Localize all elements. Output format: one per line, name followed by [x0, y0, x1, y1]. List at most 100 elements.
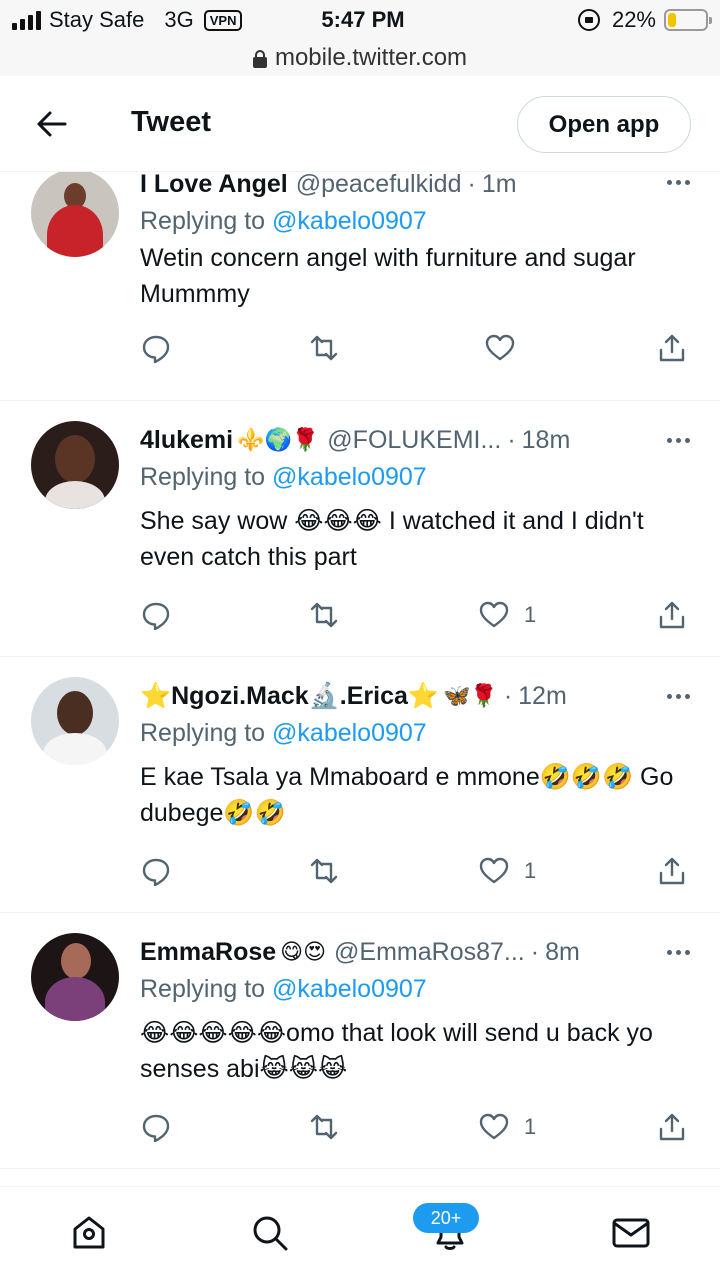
tweet-header: I Love Angel @peacefulkidd · 1m — [140, 172, 698, 201]
tweet-time[interactable]: 18m — [522, 426, 571, 455]
heart-icon — [479, 1113, 509, 1140]
name-emojis: 🦋🌹 — [443, 683, 498, 708]
retweet-icon — [310, 335, 338, 361]
avatar[interactable] — [31, 933, 119, 1021]
more-options-icon[interactable] — [667, 180, 690, 185]
tweet-text: E kae Tsala ya Mmaboard e mmone🤣🤣🤣 Go du… — [140, 763, 674, 827]
separator-dot: · — [503, 681, 513, 710]
share-button[interactable] — [656, 854, 688, 888]
battery-fill — [668, 13, 676, 27]
reply-icon — [142, 335, 170, 364]
tweet-actions: 1 — [140, 598, 692, 632]
search-icon — [253, 1216, 288, 1251]
heart-icon — [485, 334, 515, 361]
replying-prefix: Replying to — [140, 719, 266, 747]
display-name[interactable]: ⭐Ngozi.Mack🔬.Erica⭐ — [140, 682, 439, 711]
share-icon — [659, 334, 685, 362]
reply-icon — [142, 858, 170, 887]
replying-prefix: Replying to — [140, 463, 266, 491]
user-handle[interactable]: @EmmaRos87... — [334, 938, 525, 967]
separator-dot: · — [467, 172, 476, 198]
arrow-left-icon — [37, 111, 67, 137]
user-handle[interactable]: @FOLUKEMI... — [327, 426, 501, 455]
status-bar: Stay Safe 3G VPN 5:47 PM 22% — [0, 0, 720, 40]
reply-button[interactable] — [140, 598, 172, 632]
retweet-button[interactable] — [308, 331, 340, 365]
reply-icon — [142, 1114, 170, 1143]
share-button[interactable] — [656, 331, 688, 365]
tweet-actions — [140, 331, 692, 365]
retweet-icon — [310, 1114, 338, 1140]
avatar[interactable] — [31, 677, 119, 765]
more-options-icon[interactable] — [667, 694, 690, 699]
battery-percent: 22% — [611, 7, 656, 32]
like-button[interactable]: 1 — [478, 1110, 536, 1144]
reply-mention[interactable]: @kabelo0907 — [272, 975, 427, 1003]
heart-icon — [479, 857, 509, 884]
display-name[interactable]: I Love Angel — [140, 172, 288, 199]
nav-home[interactable] — [67, 1211, 111, 1255]
reply-button[interactable] — [140, 1110, 172, 1144]
home-icon — [73, 1216, 105, 1249]
like-count: 1 — [524, 602, 537, 627]
share-icon — [659, 601, 685, 629]
status-right: 22% — [577, 7, 712, 33]
tweet-time[interactable]: 8m — [545, 938, 580, 967]
tweet-text: Wetin concern angel with furniture and s… — [140, 244, 636, 308]
open-app-button[interactable]: Open app — [517, 96, 691, 153]
tweet-time[interactable]: 12m — [518, 682, 567, 711]
share-button[interactable] — [656, 598, 688, 632]
tweet-header: 4lukemi ⚜️🌍🌹 @FOLUKEMI... · 18m — [140, 423, 698, 457]
rotation-lock-icon — [577, 9, 600, 31]
url-bar[interactable]: mobile.twitter.com — [0, 40, 720, 76]
replying-to: Replying to @kabelo0907 — [140, 719, 427, 748]
retweet-button[interactable] — [308, 1110, 340, 1144]
like-button[interactable]: 1 — [478, 598, 536, 632]
retweet-button[interactable] — [308, 854, 340, 888]
heart-icon — [479, 601, 509, 628]
battery-icon — [664, 9, 712, 31]
replying-to: Replying to @kabelo0907 — [140, 207, 427, 236]
display-name[interactable]: EmmaRose — [140, 938, 276, 967]
replying-to: Replying to @kabelo0907 — [140, 463, 427, 492]
reply-icon — [142, 602, 170, 631]
nav-search[interactable] — [248, 1211, 292, 1255]
tweet[interactable]: ⭐Ngozi.Mack🔬.Erica⭐ 🦋🌹 · 12m Replying to… — [0, 657, 720, 913]
separator-dot: · — [507, 425, 516, 454]
retweet-icon — [310, 602, 338, 628]
like-button[interactable]: 1 — [478, 854, 536, 888]
messages-icon — [612, 1218, 650, 1248]
display-name[interactable]: 4lukemi — [140, 426, 233, 455]
reply-button[interactable] — [140, 331, 172, 365]
retweet-button[interactable] — [308, 598, 340, 632]
tweet[interactable]: EmmaRose 😋😍 @EmmaRos87... · 8m Replying … — [0, 913, 720, 1169]
bottom-nav: 20+ — [0, 1186, 720, 1280]
user-handle[interactable]: @peacefulkidd — [296, 172, 462, 199]
tweet-time[interactable]: 1m — [482, 172, 517, 199]
reply-mention[interactable]: @kabelo0907 — [272, 463, 427, 491]
reply-mention[interactable]: @kabelo0907 — [272, 207, 427, 235]
share-button[interactable] — [656, 1110, 688, 1144]
more-options-icon[interactable] — [667, 950, 690, 955]
reply-button[interactable] — [140, 854, 172, 888]
replying-prefix: Replying to — [140, 207, 266, 235]
replying-to: Replying to @kabelo0907 — [140, 975, 427, 1004]
avatar[interactable] — [31, 172, 119, 257]
notifications-badge[interactable]: 20+ — [413, 1203, 479, 1233]
more-options-icon[interactable] — [667, 438, 690, 443]
back-button[interactable] — [32, 104, 72, 144]
separator-dot: · — [530, 937, 540, 966]
like-button[interactable] — [484, 331, 530, 365]
name-emojis: 😋😍 — [280, 939, 327, 964]
nav-messages[interactable] — [609, 1211, 653, 1255]
tweet-actions: 1 — [140, 1110, 692, 1144]
reply-mention[interactable]: @kabelo0907 — [272, 719, 427, 747]
tweet-actions: 1 — [140, 854, 692, 888]
tweet[interactable]: I Love Angel @peacefulkidd · 1m Replying… — [0, 172, 720, 401]
tweet[interactable]: 4lukemi ⚜️🌍🌹 @FOLUKEMI... · 18m Replying… — [0, 401, 720, 657]
tweet-header: ⭐Ngozi.Mack🔬.Erica⭐ 🦋🌹 · 12m — [140, 679, 698, 713]
reply-feed[interactable]: I Love Angel @peacefulkidd · 1m Replying… — [0, 172, 720, 1186]
like-count: 1 — [524, 858, 537, 883]
avatar[interactable] — [31, 421, 119, 509]
like-count: 1 — [524, 1114, 537, 1139]
